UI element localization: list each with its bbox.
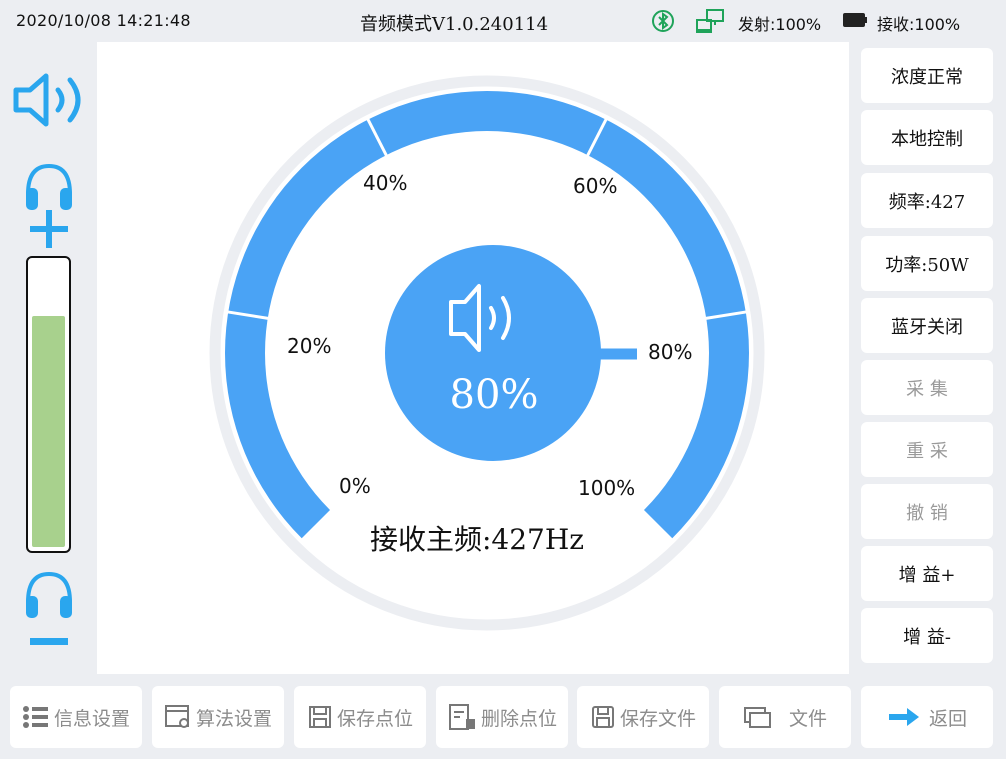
tick-label-60: 60%: [573, 174, 618, 198]
volume-level-meter: [26, 256, 71, 553]
network-icon: [696, 9, 724, 33]
save-icon: [308, 706, 331, 728]
power-button[interactable]: 功率:50W: [861, 236, 993, 291]
algorithm-settings-button[interactable]: 算法设置: [152, 686, 284, 748]
side-controls: 浓度正常 本地控制 频率:427 功率:50W 蓝牙关闭 采 集 重 采 撤 销…: [849, 42, 1006, 674]
back-button[interactable]: 返回: [861, 686, 993, 748]
delete-doc-icon: [448, 704, 475, 730]
mode-title: 音频模式V1.0.240114: [360, 14, 549, 35]
gain-up-button[interactable]: 增 益+: [861, 546, 993, 601]
folder-icon: [743, 707, 771, 728]
save-point-button[interactable]: 保存点位: [294, 686, 426, 748]
headphones-minus-icon[interactable]: [22, 568, 76, 650]
level-gauge: [209, 75, 765, 631]
list-icon: [22, 706, 48, 728]
collect-button[interactable]: 采 集: [861, 360, 993, 415]
bluetooth-icon: [652, 10, 674, 32]
recollect-button[interactable]: 重 采: [861, 422, 993, 477]
tx-battery-label: 发射:100%: [738, 15, 822, 34]
local-control-button[interactable]: 本地控制: [861, 110, 993, 165]
tick-label-40: 40%: [363, 171, 408, 195]
receive-frequency: 接收主频:427Hz: [369, 523, 585, 556]
bottom-toolbar: 信息设置 算法设置 保存点位 删除点位 保存文件 文件 返回: [0, 674, 1006, 759]
arrow-right-icon: [888, 708, 919, 726]
info-settings-button[interactable]: 信息设置: [10, 686, 142, 748]
headphones-plus-icon[interactable]: [22, 160, 76, 248]
tick-label-100: 100%: [578, 476, 636, 500]
bluetooth-toggle-button[interactable]: 蓝牙关闭: [861, 298, 993, 353]
tick-label-20: 20%: [287, 334, 332, 358]
file-button[interactable]: 文件: [719, 686, 851, 748]
tick-label-80: 80%: [648, 340, 693, 364]
rx-battery-label: 接收:100%: [877, 15, 961, 34]
window-gear-icon: [164, 705, 189, 728]
save-file-icon: [591, 706, 614, 728]
gauge-center: [385, 245, 601, 461]
gauge-value: 80%: [449, 372, 539, 418]
concentration-button[interactable]: 浓度正常: [861, 48, 993, 103]
save-file-button[interactable]: 保存文件: [577, 686, 709, 748]
status-bar: 2020/10/08 14:21:48 音频模式V1.0.240114 发射:1…: [0, 0, 1006, 42]
datetime: 2020/10/08 14:21:48: [16, 11, 191, 30]
speaker-icon[interactable]: [12, 72, 90, 128]
frequency-button[interactable]: 频率:427: [861, 173, 993, 228]
gauge-area: 0% 20% 40% 60% 80% 100% 80% 接收主频:427Hz: [97, 42, 849, 674]
undo-button[interactable]: 撤 销: [861, 484, 993, 539]
tick-label-0: 0%: [339, 474, 371, 498]
volume-level-fill: [32, 316, 65, 547]
gain-down-button[interactable]: 增 益-: [861, 608, 993, 663]
delete-point-button[interactable]: 删除点位: [436, 686, 568, 748]
tx-battery-icon: [843, 13, 867, 27]
volume-panel: [0, 42, 97, 674]
